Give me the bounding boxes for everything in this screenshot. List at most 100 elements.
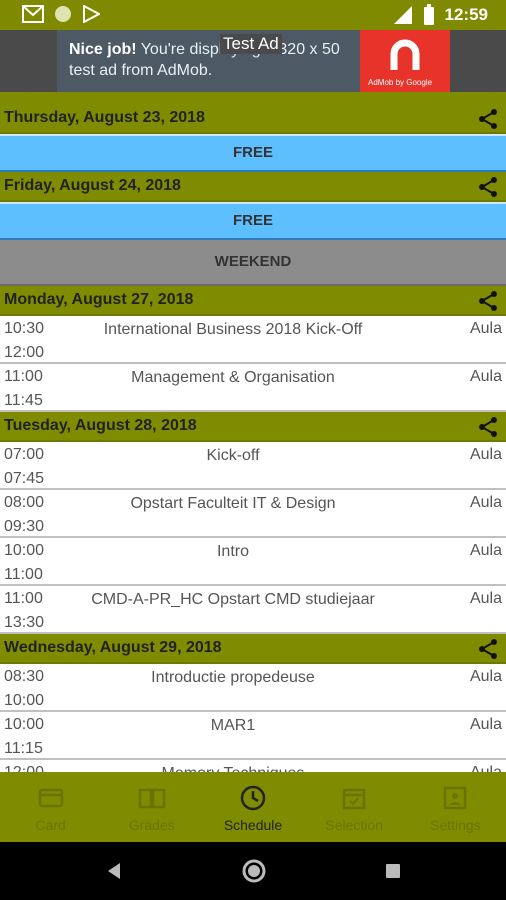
status-bar: 12:59 xyxy=(0,0,506,30)
event-row[interactable]: 12:00 Memory Techniques Aula xyxy=(0,760,506,772)
event-row[interactable]: 10:00 11:00 Intro Aula xyxy=(0,538,506,586)
share-icon[interactable] xyxy=(476,415,500,439)
nav-label: Schedule xyxy=(223,817,283,833)
gmail-icon xyxy=(22,5,44,23)
play-store-icon xyxy=(83,5,100,23)
notification-icons xyxy=(22,5,100,23)
event-start: 07:00 xyxy=(4,446,45,463)
event-row[interactable]: 08:30 10:00 Introductie propedeuse Aula xyxy=(0,664,506,712)
event-end: 12:00 xyxy=(4,344,45,361)
battery-icon xyxy=(423,4,434,25)
event-start: 10:00 xyxy=(4,542,45,559)
schedule-list[interactable]: Thursday, August 23, 2018 FREE Friday, A… xyxy=(0,104,506,772)
ad-banner[interactable]: Nice job! You're displaying a 320 x 50 t… xyxy=(0,30,506,92)
day-header: Thursday, August 23, 2018 xyxy=(0,104,506,134)
event-start: 08:30 xyxy=(4,668,45,685)
event-title: Opstart Faculteit IT & Design xyxy=(130,495,336,512)
event-row[interactable]: 08:00 09:30 Opstart Faculteit IT & Desig… xyxy=(0,490,506,538)
event-location: Aula xyxy=(470,764,502,772)
day-header: Monday, August 27, 2018 xyxy=(0,286,506,316)
share-icon[interactable] xyxy=(476,107,500,131)
event-location: Aula xyxy=(469,716,502,733)
free-day: FREE xyxy=(0,134,506,172)
event-end: 07:45 xyxy=(4,470,45,487)
home-icon[interactable] xyxy=(242,859,266,883)
share-icon[interactable] xyxy=(476,637,500,661)
calendar-icon xyxy=(342,788,366,810)
nav-settings[interactable]: Settings xyxy=(405,772,506,842)
free-day: FREE xyxy=(0,202,506,240)
event-title: Intro xyxy=(216,543,249,560)
event-row[interactable]: 11:00 11:45 Management & Organisation Au… xyxy=(0,364,506,412)
event-location: Aula xyxy=(469,368,502,385)
event-title: Memory Techniques xyxy=(80,764,386,772)
event-row[interactable]: 11:00 13:30 CMD-A-PR_HC Opstart CMD stud… xyxy=(0,586,506,634)
event-title: Kick-off xyxy=(206,447,260,464)
signal-icon xyxy=(393,6,412,24)
nav-selection[interactable]: Selection xyxy=(304,772,405,842)
weekend-row: WEEKEND xyxy=(0,240,506,286)
nav-label: Card xyxy=(35,817,66,833)
system-status: 12:59 xyxy=(393,4,488,26)
event-end: 10:00 xyxy=(4,692,45,709)
event-row[interactable]: 10:00 11:15 MAR1 Aula xyxy=(0,712,506,760)
bottom-navigation: Card Grades Schedule Selection Settings xyxy=(0,772,506,842)
ad-text: Nice job! You're displaying a 320 x 50 t… xyxy=(69,39,359,81)
nav-grades[interactable]: Grades xyxy=(101,772,202,842)
nav-label: Grades xyxy=(128,817,175,833)
share-icon[interactable] xyxy=(476,175,500,199)
event-start: 10:30 xyxy=(4,320,45,337)
event-end: 13:30 xyxy=(4,614,45,631)
event-start: 08:00 xyxy=(4,494,45,511)
event-end: 11:15 xyxy=(4,740,43,757)
event-title: MAR1 xyxy=(210,717,256,734)
event-end: 11:00 xyxy=(4,566,43,583)
day-title: Tuesday, August 28, 2018 xyxy=(4,417,197,434)
nav-label: Selection xyxy=(325,817,383,833)
system-navigation-bar xyxy=(0,842,506,900)
day-title: Friday, August 24, 2018 xyxy=(4,177,181,194)
header-spacer xyxy=(0,92,506,104)
day-header: Friday, August 24, 2018 xyxy=(0,172,506,202)
clock-time: 12:59 xyxy=(444,5,488,24)
event-location: Aula xyxy=(469,446,502,463)
event-end: 09:30 xyxy=(4,518,45,535)
event-location: Aula xyxy=(469,494,502,511)
event-start: 10:00 xyxy=(4,716,45,733)
ad-headline: Nice job! xyxy=(69,41,137,58)
event-end: 11:45 xyxy=(4,392,43,409)
event-location: Aula xyxy=(469,542,502,559)
nav-label: Settings xyxy=(430,817,481,833)
nav-card[interactable]: Card xyxy=(0,772,101,842)
recents-icon[interactable] xyxy=(385,863,401,879)
admob-logo: AdMob by Google xyxy=(360,30,450,92)
day-header: Tuesday, August 28, 2018 xyxy=(0,412,506,442)
admob-logo-icon xyxy=(390,39,420,70)
event-start: 12:00 xyxy=(4,764,44,772)
test-ad-label: Test Ad xyxy=(220,34,282,54)
day-title: Thursday, August 23, 2018 xyxy=(4,109,205,126)
event-start: 11:00 xyxy=(4,590,43,607)
ad-logo-caption: AdMob by Google xyxy=(368,78,433,87)
event-title: Management & Organisation xyxy=(131,369,335,386)
circle-icon xyxy=(55,6,71,22)
day-header: Wednesday, August 29, 2018 xyxy=(0,634,506,664)
event-location: Aula xyxy=(469,590,502,607)
event-title: CMD-A-PR_HC Opstart CMD studiejaar xyxy=(91,591,375,608)
nav-schedule[interactable]: Schedule xyxy=(202,772,303,842)
clock-icon xyxy=(240,785,266,811)
share-icon[interactable] xyxy=(476,289,500,313)
event-row[interactable]: 10:30 12:00 International Business 2018 … xyxy=(0,316,506,364)
profile-icon xyxy=(444,786,467,810)
event-start: 11:00 xyxy=(4,368,43,385)
back-icon[interactable] xyxy=(104,861,124,881)
book-icon xyxy=(138,788,166,809)
event-location: Aula xyxy=(469,668,502,685)
event-row[interactable]: 07:00 07:45 Kick-off Aula xyxy=(0,442,506,490)
day-title: Wednesday, August 29, 2018 xyxy=(4,639,222,656)
event-title: International Business 2018 Kick-Off xyxy=(103,321,363,338)
card-icon xyxy=(38,788,63,808)
event-location: Aula xyxy=(469,320,502,337)
day-title: Monday, August 27, 2018 xyxy=(4,291,194,308)
event-title: Introductie propedeuse xyxy=(151,669,315,686)
